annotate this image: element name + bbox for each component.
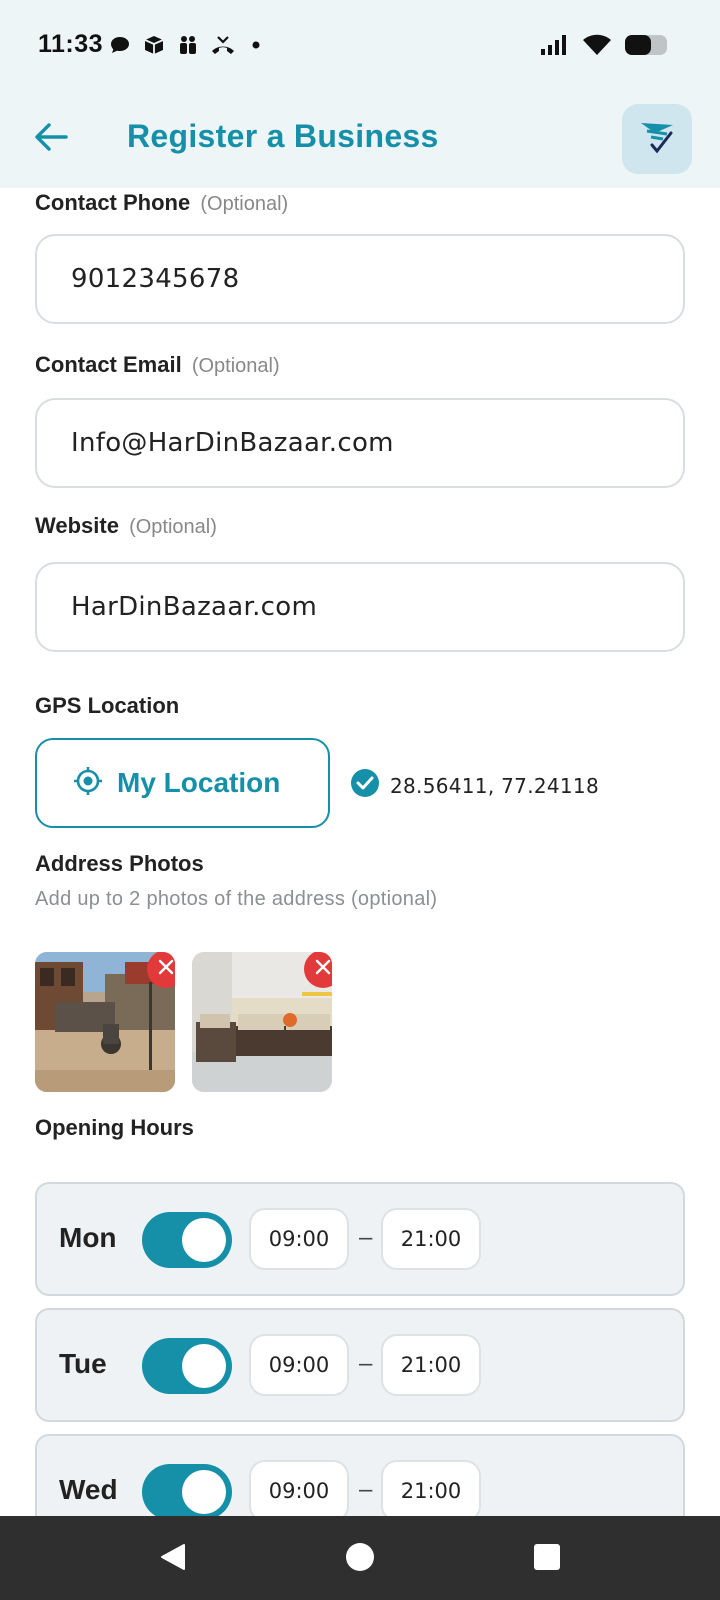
battery-icon	[624, 33, 670, 62]
square-recents-icon	[533, 1543, 561, 1576]
my-location-label: My Location	[117, 767, 281, 798]
optional-tag: (Optional)	[200, 193, 289, 215]
contact-email-label: Contact Email (Optional)	[35, 352, 280, 378]
status-bar: 11:33	[0, 0, 720, 90]
page-title: Register a Business	[127, 118, 439, 154]
contact-email-field[interactable]	[35, 398, 685, 488]
open-time-button[interactable]: 09:00	[249, 1208, 349, 1270]
day-name: Wed	[59, 1474, 118, 1505]
website-label: Website (Optional)	[35, 513, 217, 539]
contact-phone-label-text: Contact Phone	[35, 190, 191, 215]
time-separator: –	[359, 1476, 373, 1503]
coordinates-value: 28.56411, 77.24118	[390, 773, 599, 798]
system-icons	[540, 33, 670, 62]
time-separator: –	[359, 1224, 373, 1251]
send-check-logo-icon	[637, 117, 677, 162]
check-circle-icon	[350, 768, 380, 803]
open-time-button[interactable]: 09:00	[249, 1334, 349, 1396]
gps-location-label: GPS Location	[35, 693, 180, 718]
contact-phone-input[interactable]	[37, 236, 683, 322]
close-icon	[157, 958, 175, 981]
nav-back-button[interactable]	[148, 1534, 198, 1584]
back-button[interactable]	[28, 116, 74, 162]
day-name: Mon	[59, 1222, 117, 1253]
status-time: 11:33	[38, 30, 104, 58]
hours-row-tue: Tue 09:00 – 21:00	[35, 1308, 685, 1422]
open-time-button[interactable]: 09:00	[249, 1460, 349, 1516]
close-time-button[interactable]: 21:00	[381, 1208, 481, 1270]
contact-phone-label: Contact Phone (Optional)	[35, 190, 288, 216]
app-bar: Register a Business	[0, 90, 720, 188]
gps-coordinates: 28.56411, 77.24118	[350, 768, 599, 803]
chat-icon	[108, 33, 132, 57]
hours-row-mon: Mon 09:00 – 21:00	[35, 1182, 685, 1296]
hours-row-wed: Wed 09:00 – 21:00	[35, 1434, 685, 1516]
arrow-left-icon	[34, 122, 68, 157]
address-photo-1[interactable]	[35, 952, 175, 1092]
optional-tag: (Optional)	[129, 516, 217, 538]
contact-email-input[interactable]	[37, 400, 683, 486]
website-field[interactable]	[35, 562, 685, 652]
form-content: Contact Phone (Optional) Contact Email (…	[0, 188, 720, 1516]
close-icon	[314, 958, 332, 981]
day-open-toggle[interactable]	[142, 1212, 232, 1268]
website-label-text: Website	[35, 513, 119, 538]
address-photos-label: Address Photos	[35, 851, 204, 876]
circle-home-icon	[344, 1541, 376, 1578]
time-separator: –	[359, 1350, 373, 1377]
people-icon	[176, 33, 200, 57]
optional-tag: (Optional)	[191, 355, 280, 377]
close-time-button[interactable]: 21:00	[381, 1460, 481, 1516]
opening-hours-label: Opening Hours	[35, 1115, 194, 1140]
app-logo-button[interactable]	[622, 104, 692, 174]
contact-phone-field[interactable]	[35, 234, 685, 324]
website-input[interactable]	[37, 564, 683, 650]
day-open-toggle[interactable]	[142, 1464, 232, 1516]
dot-icon	[244, 33, 268, 57]
wifi-icon	[582, 33, 612, 62]
crosshair-icon	[73, 766, 103, 801]
address-photos-hint: Add up to 2 photos of the address (optio…	[35, 888, 438, 910]
my-location-button[interactable]: My Location	[35, 738, 330, 828]
box-icon	[142, 33, 166, 57]
contact-email-label-text: Contact Email	[35, 352, 182, 377]
nav-home-button[interactable]	[335, 1534, 385, 1584]
signal-icon	[540, 33, 570, 62]
missed-call-icon	[210, 33, 234, 57]
day-name: Tue	[59, 1348, 107, 1379]
system-nav-bar	[0, 1516, 720, 1600]
nav-recents-button[interactable]	[522, 1534, 572, 1584]
notification-icons	[108, 33, 268, 57]
close-time-button[interactable]: 21:00	[381, 1334, 481, 1396]
day-open-toggle[interactable]	[142, 1338, 232, 1394]
address-photo-2[interactable]	[192, 952, 332, 1092]
triangle-back-icon	[158, 1542, 188, 1577]
